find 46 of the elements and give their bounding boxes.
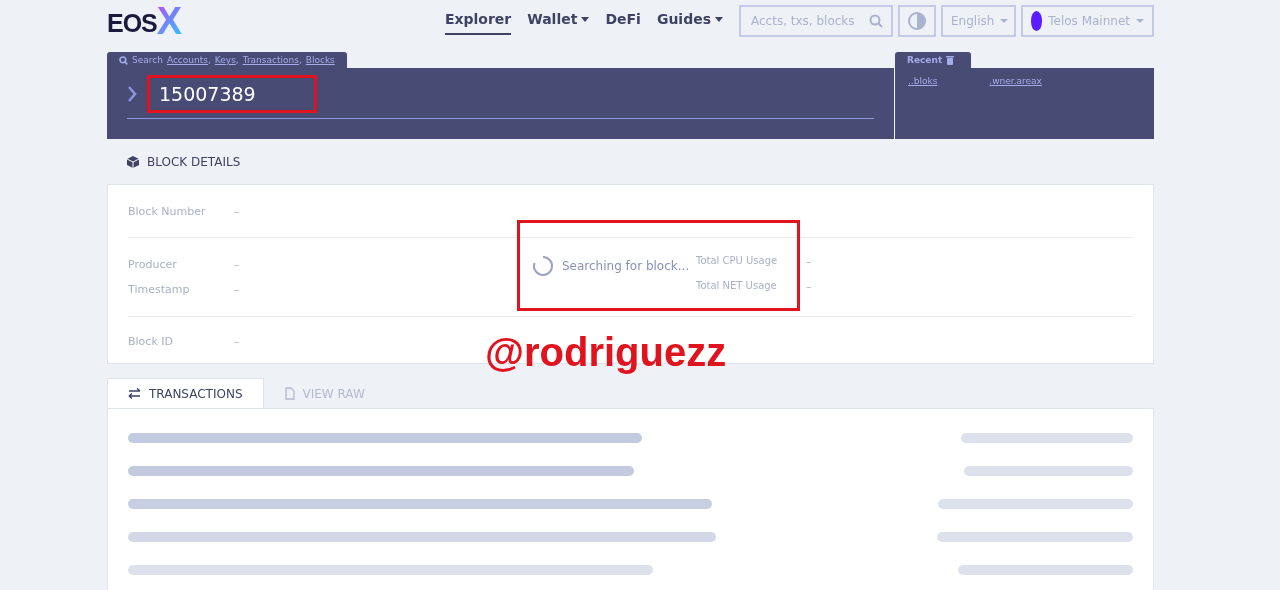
chevron-right-icon [127,86,137,102]
contrast-icon [908,12,926,30]
loading-text: Searching for block... [562,258,690,273]
tab[interactable]: TRANSACTIONS [107,378,264,408]
field-value: – [806,280,812,293]
recent-link[interactable]: ..bloks [908,76,938,86]
nav-link[interactable]: Explorer [444,7,512,35]
caret-icon [1136,19,1144,23]
file-icon [284,387,295,400]
separator: , [298,55,302,65]
caret-icon [1000,19,1009,23]
separator: , [235,55,239,65]
field-label: Total CPU Usage [696,255,779,268]
search-icon [869,14,883,28]
recent-title: Recent [907,55,943,65]
cube-icon [127,155,139,168]
search-icon [119,55,128,65]
nav-link[interactable]: DeFi [605,7,641,35]
field-value: – [806,255,812,268]
logo[interactable]: EOSX [107,4,183,38]
trash-icon[interactable] [946,55,955,65]
section-title: BLOCK DETAILS [147,154,241,169]
field-value: – [234,258,240,271]
spinner-icon [532,254,554,277]
field-label: Timestamp [128,283,191,296]
field-value: – [234,204,240,218]
nav-link[interactable]: Wallet [527,7,590,35]
field-label: Producer [128,258,178,271]
nav-link[interactable]: Guides [656,7,723,35]
search-field[interactable]: Accts, txs, blocks [739,5,893,37]
field-label: Block Number [128,204,207,218]
annotation-text: @rodriguezz [485,330,727,375]
field-label: Total NET Usage [696,280,778,293]
recent-link[interactable]: .wner.areax [989,76,1042,86]
transfer-icon [128,388,141,399]
separator: , [207,55,211,65]
search-input[interactable]: 15007389 [147,75,317,113]
theme-toggle-button[interactable] [898,5,936,37]
search-type-link[interactable]: Keys [214,55,236,65]
search-hint: Search [132,55,163,65]
field-value: – [234,283,240,296]
field-value: – [234,334,240,348]
search-type-link[interactable]: Transactions [242,55,299,65]
search-type-link[interactable]: Blocks [305,55,335,65]
search-type-link[interactable]: Accounts [166,55,208,65]
field-label: Block ID [128,334,174,348]
